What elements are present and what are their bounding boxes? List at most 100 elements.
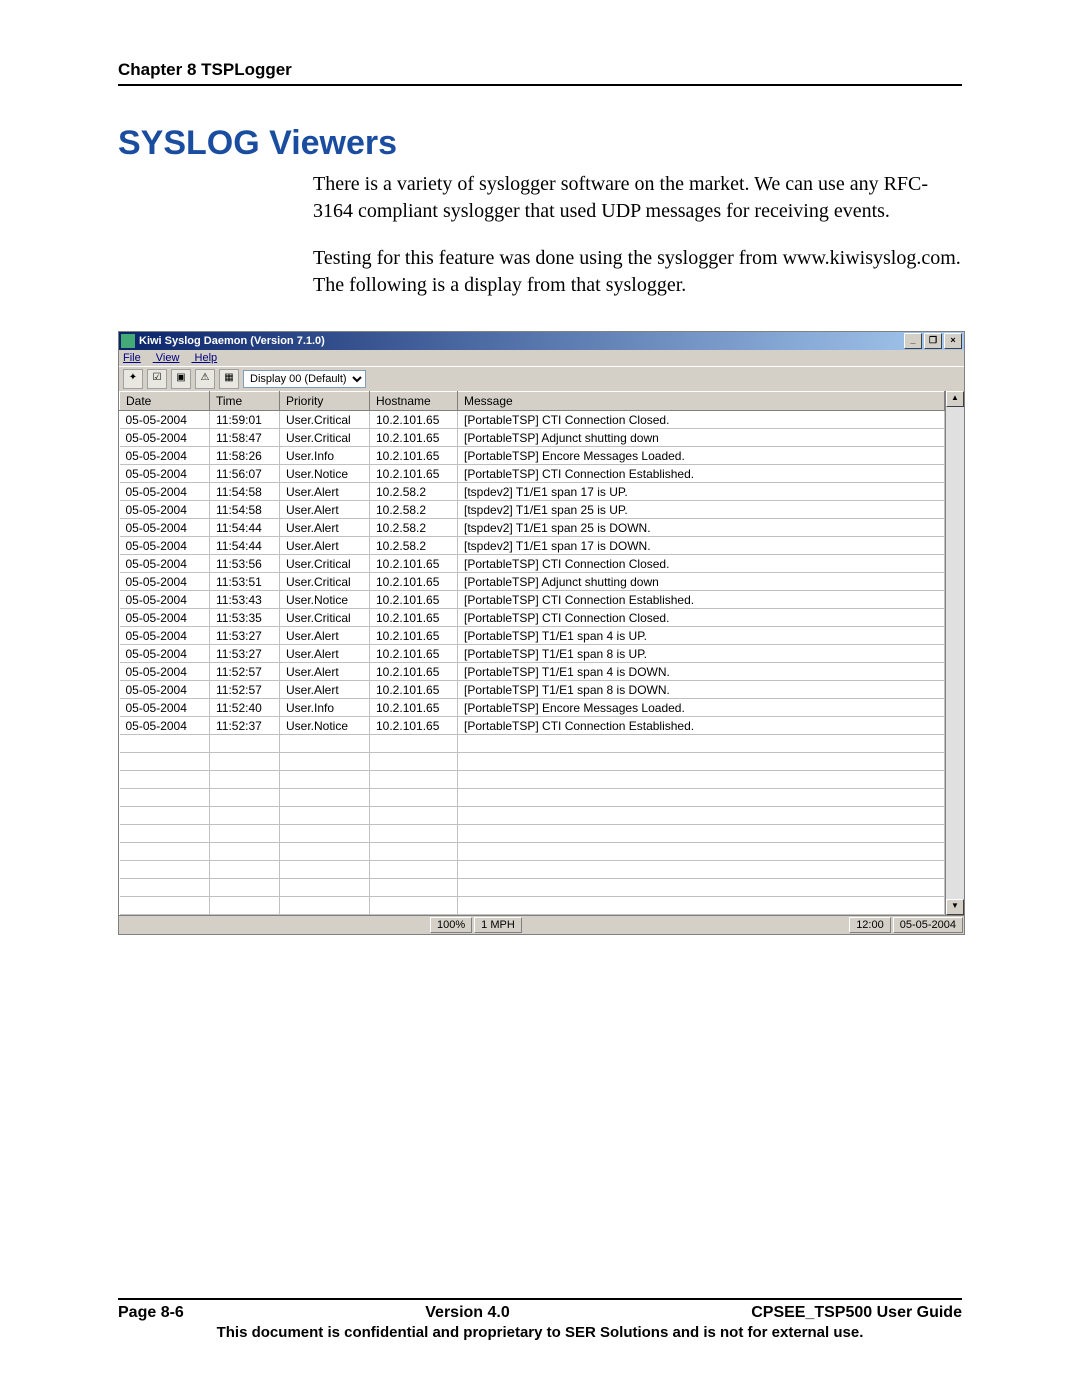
cell-date: 05-05-2004: [120, 429, 210, 447]
col-hostname[interactable]: Hostname: [370, 392, 458, 411]
cell-msg: [PortableTSP] T1/E1 span 4 is DOWN.: [458, 663, 945, 681]
cell-time: 11:56:07: [210, 465, 280, 483]
cell-date: 05-05-2004: [120, 447, 210, 465]
cell-priority: User.Alert: [280, 681, 370, 699]
table-row[interactable]: 05-05-200411:56:07User.Notice10.2.101.65…: [120, 465, 945, 483]
table-row[interactable]: 05-05-200411:53:51User.Critical10.2.101.…: [120, 573, 945, 591]
cell-time: 11:52:37: [210, 717, 280, 735]
page-footer: Page 8-6 Version 4.0 CPSEE_TSP500 User G…: [118, 1298, 962, 1341]
toolbar-button-3[interactable]: ▣: [171, 369, 191, 389]
cell-msg: [PortableTSP] T1/E1 span 4 is UP.: [458, 627, 945, 645]
table-row-empty: [120, 897, 945, 915]
table-row[interactable]: 05-05-200411:59:01User.Critical10.2.101.…: [120, 411, 945, 429]
paragraph-2: Testing for this feature was done using …: [313, 245, 962, 299]
cell-host: 10.2.101.65: [370, 663, 458, 681]
cell-host: 10.2.101.65: [370, 591, 458, 609]
status-percent: 100%: [430, 917, 472, 933]
vertical-scrollbar[interactable]: ▲ ▼: [945, 391, 964, 915]
table-row[interactable]: 05-05-200411:53:27User.Alert10.2.101.65[…: [120, 627, 945, 645]
cell-priority: User.Info: [280, 699, 370, 717]
scroll-down-icon[interactable]: ▼: [946, 899, 964, 915]
cell-time: 11:52:57: [210, 681, 280, 699]
cell-time: 11:53:51: [210, 573, 280, 591]
cell-time: 11:53:43: [210, 591, 280, 609]
cell-date: 05-05-2004: [120, 717, 210, 735]
table-header-row: Date Time Priority Hostname Message: [120, 392, 945, 411]
syslog-window: Kiwi Syslog Daemon (Version 7.1.0) _ ❐ ×…: [118, 331, 965, 935]
table-row[interactable]: 05-05-200411:52:40User.Info10.2.101.65[P…: [120, 699, 945, 717]
cell-date: 05-05-2004: [120, 681, 210, 699]
cell-host: 10.2.101.65: [370, 555, 458, 573]
table-row[interactable]: 05-05-200411:52:57User.Alert10.2.101.65[…: [120, 663, 945, 681]
cell-time: 11:52:40: [210, 699, 280, 717]
table-row-empty: [120, 843, 945, 861]
cell-priority: User.Critical: [280, 429, 370, 447]
menu-help[interactable]: Help: [195, 352, 218, 364]
cell-host: 10.2.101.65: [370, 411, 458, 429]
toolbar-button-4[interactable]: ⚠: [195, 369, 215, 389]
table-row-empty: [120, 825, 945, 843]
section-title: SYSLOG Viewers: [118, 124, 962, 163]
toolbar: ✦ ☑ ▣ ⚠ ▦ Display 00 (Default): [119, 366, 964, 391]
menu-file[interactable]: File: [123, 352, 141, 364]
table-row[interactable]: 05-05-200411:53:43User.Notice10.2.101.65…: [120, 591, 945, 609]
col-date[interactable]: Date: [120, 392, 210, 411]
cell-host: 10.2.101.65: [370, 699, 458, 717]
cell-time: 11:54:58: [210, 483, 280, 501]
table-row[interactable]: 05-05-200411:54:44User.Alert10.2.58.2[ts…: [120, 519, 945, 537]
table-row[interactable]: 05-05-200411:54:58User.Alert10.2.58.2[ts…: [120, 501, 945, 519]
scroll-up-icon[interactable]: ▲: [946, 391, 964, 407]
display-select[interactable]: Display 00 (Default): [243, 370, 366, 388]
cell-time: 11:52:57: [210, 663, 280, 681]
window-title: Kiwi Syslog Daemon (Version 7.1.0): [139, 335, 902, 347]
cell-msg: [PortableTSP] T1/E1 span 8 is UP.: [458, 645, 945, 663]
minimize-button[interactable]: _: [904, 333, 922, 349]
table-row-empty: [120, 807, 945, 825]
cell-host: 10.2.101.65: [370, 465, 458, 483]
cell-time: 11:53:27: [210, 645, 280, 663]
cell-priority: User.Critical: [280, 555, 370, 573]
cell-date: 05-05-2004: [120, 609, 210, 627]
log-table: Date Time Priority Hostname Message 05-0…: [119, 391, 945, 915]
cell-priority: User.Alert: [280, 537, 370, 555]
cell-priority: User.Critical: [280, 609, 370, 627]
cell-date: 05-05-2004: [120, 699, 210, 717]
cell-host: 10.2.101.65: [370, 573, 458, 591]
toolbar-button-1[interactable]: ✦: [123, 369, 143, 389]
maximize-button[interactable]: ❐: [924, 333, 942, 349]
table-row[interactable]: 05-05-200411:58:47User.Critical10.2.101.…: [120, 429, 945, 447]
cell-host: 10.2.58.2: [370, 519, 458, 537]
table-row[interactable]: 05-05-200411:53:27User.Alert10.2.101.65[…: [120, 645, 945, 663]
table-row-empty: [120, 771, 945, 789]
cell-date: 05-05-2004: [120, 537, 210, 555]
cell-time: 11:53:27: [210, 627, 280, 645]
cell-time: 11:54:44: [210, 537, 280, 555]
toolbar-button-5[interactable]: ▦: [219, 369, 239, 389]
status-mph: 1 MPH: [474, 917, 522, 933]
cell-date: 05-05-2004: [120, 483, 210, 501]
cell-date: 05-05-2004: [120, 555, 210, 573]
cell-time: 11:53:35: [210, 609, 280, 627]
table-row[interactable]: 05-05-200411:52:37User.Notice10.2.101.65…: [120, 717, 945, 735]
col-message[interactable]: Message: [458, 392, 945, 411]
table-row[interactable]: 05-05-200411:54:44User.Alert10.2.58.2[ts…: [120, 537, 945, 555]
cell-priority: User.Alert: [280, 483, 370, 501]
table-row[interactable]: 05-05-200411:58:26User.Info10.2.101.65[P…: [120, 447, 945, 465]
table-row[interactable]: 05-05-200411:52:57User.Alert10.2.101.65[…: [120, 681, 945, 699]
cell-date: 05-05-2004: [120, 663, 210, 681]
table-row-empty: [120, 789, 945, 807]
cell-time: 11:59:01: [210, 411, 280, 429]
table-row[interactable]: 05-05-200411:53:35User.Critical10.2.101.…: [120, 609, 945, 627]
col-time[interactable]: Time: [210, 392, 280, 411]
cell-date: 05-05-2004: [120, 519, 210, 537]
table-row[interactable]: 05-05-200411:54:58User.Alert10.2.58.2[ts…: [120, 483, 945, 501]
menu-view[interactable]: View: [156, 352, 180, 364]
cell-date: 05-05-2004: [120, 627, 210, 645]
col-priority[interactable]: Priority: [280, 392, 370, 411]
toolbar-button-2[interactable]: ☑: [147, 369, 167, 389]
cell-priority: User.Alert: [280, 645, 370, 663]
table-row[interactable]: 05-05-200411:53:56User.Critical10.2.101.…: [120, 555, 945, 573]
cell-time: 11:54:44: [210, 519, 280, 537]
cell-host: 10.2.101.65: [370, 429, 458, 447]
close-button[interactable]: ×: [944, 333, 962, 349]
